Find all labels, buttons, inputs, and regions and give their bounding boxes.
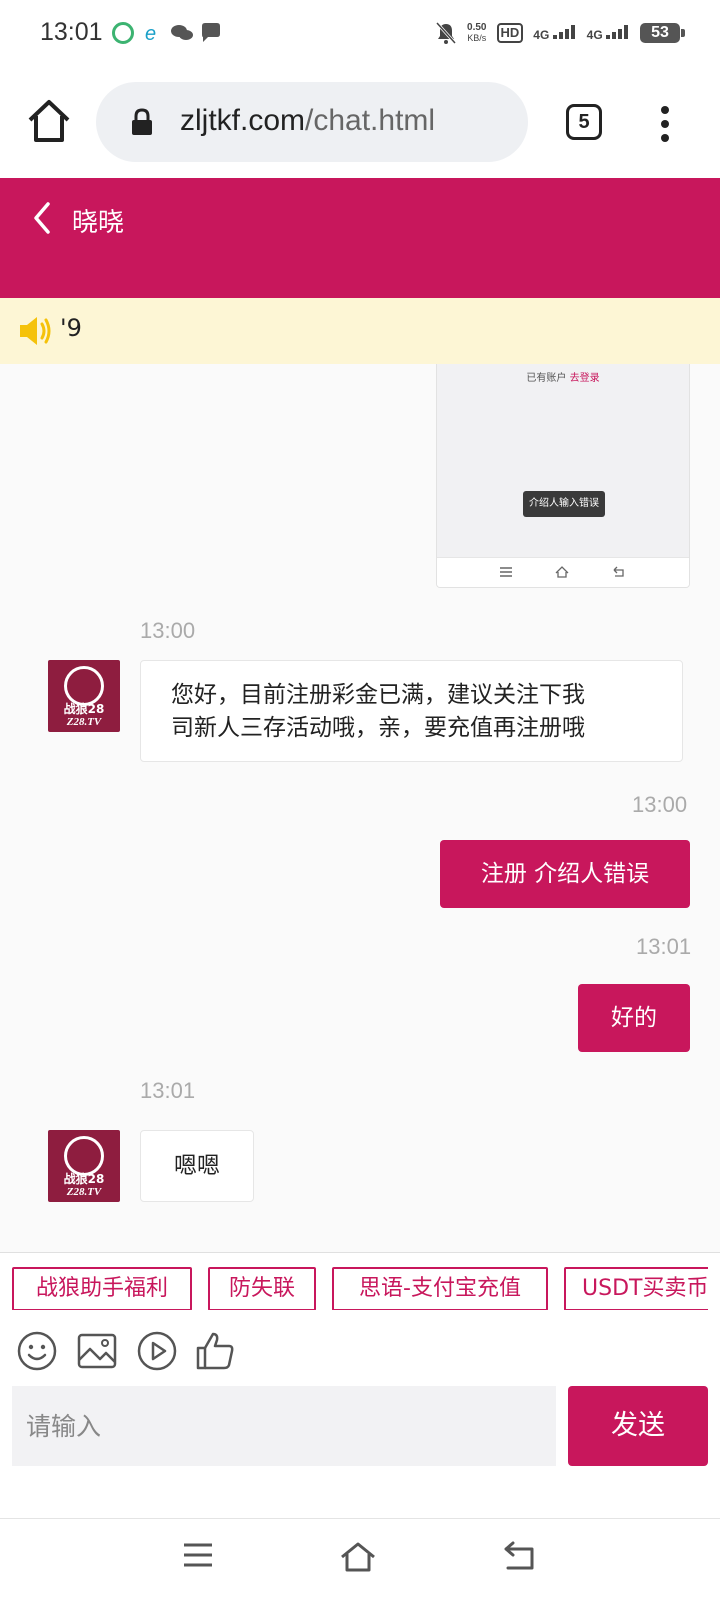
incoming-message-bubble[interactable]: 您好，目前注册彩金已满，建议关注下我 司新人三存活动哦，亲，要充值再注册哦 xyxy=(140,660,683,762)
image-icon[interactable] xyxy=(76,1330,118,1372)
message-text-line: 司新人三存活动哦，亲，要充值再注册哦 xyxy=(171,715,585,741)
quick-reply-chip[interactable]: USDT买卖币 xyxy=(564,1267,708,1310)
address-bar[interactable]: zljtkf.com/chat.html xyxy=(96,82,528,162)
signal-2: 4G xyxy=(586,24,630,42)
system-navigation-bar xyxy=(0,1518,720,1600)
mute-bell-icon xyxy=(435,21,457,45)
image-navbar xyxy=(437,557,689,587)
image-login-text: 已有账户 去登录 xyxy=(437,369,689,384)
quick-reply-chip[interactable]: 战狼助手福利 xyxy=(12,1267,192,1310)
avatar-site-text: Z28.TV xyxy=(66,1186,102,1198)
pdf-app-icon xyxy=(112,22,134,44)
back-icon xyxy=(613,566,624,577)
lock-icon xyxy=(132,108,152,135)
chat-header: 晓晓 xyxy=(0,178,720,298)
wechat-icon xyxy=(170,22,193,44)
signal-1-label: 4G xyxy=(533,27,550,42)
emoji-icon[interactable] xyxy=(16,1330,58,1372)
system-back-icon[interactable] xyxy=(500,1541,536,1571)
status-indicators: 0.50 KB/s HD 4G 4G 53 xyxy=(435,18,685,48)
incoming-message-bubble[interactable]: 嗯嗯 xyxy=(140,1130,254,1202)
more-menu-icon[interactable] xyxy=(650,104,680,144)
notice-text: '9 xyxy=(60,314,82,342)
avatar[interactable]: 战狼28 Z28.TV xyxy=(48,1130,120,1202)
status-bar: 13:01 e 0.50 KB/s HD 4G 4G 53 xyxy=(0,0,720,66)
url-text: zljtkf.com/chat.html xyxy=(180,104,435,138)
signal-bars-icon xyxy=(606,24,628,39)
thumbs-up-icon[interactable] xyxy=(194,1330,236,1372)
wolf-logo-icon xyxy=(64,1136,104,1176)
system-home-icon[interactable] xyxy=(338,1541,378,1573)
outgoing-message-bubble[interactable]: 好的 xyxy=(578,984,690,1052)
signal-2-label: 4G xyxy=(586,27,603,42)
message-timestamp: 13:01 xyxy=(636,934,692,959)
net-speed-unit: KB/s xyxy=(467,33,487,43)
quick-reply-bar: 战狼助手福利 防失联 思语-支付宝充值 USDT买卖币 xyxy=(0,1252,720,1310)
url-path: /chat.html xyxy=(305,104,436,137)
net-speed-value: 0.50 xyxy=(467,22,487,33)
image-message[interactable]: 已有账户 去登录 介绍人输入错误 xyxy=(436,364,690,588)
message-timestamp: 13:01 xyxy=(140,1078,196,1103)
image-login-link: 去登录 xyxy=(569,373,600,384)
message-timestamp: 13:00 xyxy=(140,618,196,643)
image-login-label: 已有账户 xyxy=(526,373,567,384)
home-icon xyxy=(555,566,569,578)
back-arrow-icon[interactable] xyxy=(30,200,54,236)
message-input[interactable] xyxy=(12,1386,556,1466)
avatar-site-text: Z28.TV xyxy=(66,716,102,728)
quick-reply-chip[interactable]: 防失联 xyxy=(208,1267,316,1310)
send-button[interactable]: 发送 xyxy=(568,1386,708,1466)
signal-bars-icon xyxy=(552,24,575,39)
message-timestamp: 13:00 xyxy=(632,792,688,817)
chat-messages[interactable]: 已有账户 去登录 介绍人输入错误 13:00 战狼28 Z28.TV 您好，目前… xyxy=(0,364,720,1252)
outgoing-message-bubble[interactable]: 注册 介绍人错误 xyxy=(440,840,690,908)
quick-reply-chip[interactable]: 思语-支付宝充值 xyxy=(332,1267,548,1310)
url-domain: zljtkf.com xyxy=(180,104,306,137)
browser-app-icon: e xyxy=(142,22,164,45)
recent-apps-icon[interactable] xyxy=(182,1541,214,1569)
avatar[interactable]: 战狼28 Z28.TV xyxy=(48,660,120,732)
chat-title: 晓晓 xyxy=(72,208,125,238)
hd-badge: HD xyxy=(496,23,524,43)
image-toast: 介绍人输入错误 xyxy=(523,491,605,517)
message-icon xyxy=(200,22,222,44)
home-icon[interactable] xyxy=(24,96,74,146)
quick-reply-scroller[interactable]: 战狼助手福利 防失联 思语-支付宝充值 USDT买卖币 xyxy=(0,1253,708,1310)
message-text-line: 您好，目前注册彩金已满，建议关注下我 xyxy=(171,682,585,708)
menu-icon xyxy=(500,567,512,577)
signal-1: 4G xyxy=(533,24,576,42)
browser-toolbar: zljtkf.com/chat.html 5 xyxy=(0,66,720,178)
speaker-icon xyxy=(20,317,51,345)
net-speed: 0.50 KB/s xyxy=(467,22,487,44)
video-play-icon[interactable] xyxy=(136,1330,178,1372)
battery-indicator: 53 xyxy=(640,23,685,43)
svg-text:e: e xyxy=(145,23,156,44)
tab-switcher-button[interactable]: 5 xyxy=(566,104,602,140)
avatar-brand-text: 战狼28 xyxy=(63,1172,105,1186)
status-time: 13:01 xyxy=(40,18,103,46)
wolf-logo-icon xyxy=(64,666,104,706)
notice-bar: '9 xyxy=(0,298,720,364)
avatar-brand-text: 战狼28 xyxy=(63,702,105,716)
